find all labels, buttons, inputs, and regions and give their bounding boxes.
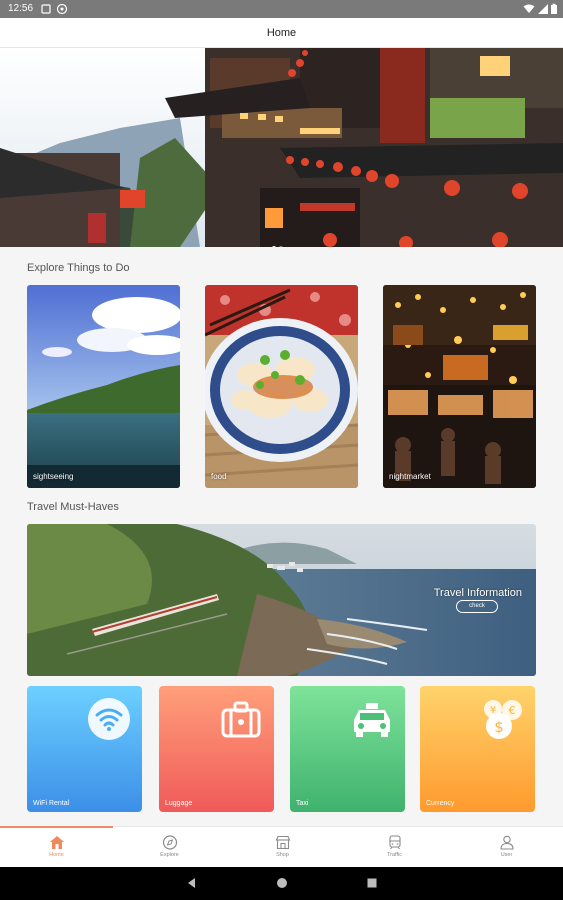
- tab-traffic[interactable]: Traffic: [338, 827, 451, 867]
- sightseeing-image: [27, 285, 180, 488]
- card-sightseeing[interactable]: sightseeing: [27, 285, 180, 488]
- tile-label: WiFi Rental: [33, 800, 70, 807]
- tile-label: Taxi: [296, 800, 309, 807]
- card-label: nightmarket: [389, 472, 431, 481]
- user-icon: [499, 835, 514, 850]
- tab-explore[interactable]: Explore: [113, 827, 226, 867]
- tile-label: Luggage: [165, 800, 193, 807]
- wifi-icon: [88, 698, 130, 740]
- tab-shop[interactable]: Shop: [226, 827, 339, 867]
- page-title: Home: [266, 27, 297, 39]
- home-nav-icon[interactable]: [276, 877, 288, 889]
- cell-signal-icon: [538, 4, 548, 14]
- luggage-icon: [221, 701, 261, 738]
- taxi-icon: [354, 703, 390, 737]
- card-label: food: [211, 472, 227, 481]
- svg-text:$: $: [494, 718, 504, 736]
- tab-label: User: [500, 852, 513, 858]
- status-bar: 12:56: [0, 0, 563, 18]
- tab-user[interactable]: User: [450, 827, 563, 867]
- tab-label: Shop: [276, 852, 289, 858]
- compass-icon: [162, 835, 177, 850]
- carousel-dot[interactable]: [279, 246, 283, 247]
- back-icon[interactable]: [186, 877, 198, 889]
- sync-icon: [56, 3, 68, 15]
- card-label: sightseeing: [33, 472, 74, 481]
- tab-home[interactable]: Home: [0, 827, 113, 867]
- tile-luggage[interactable]: Luggage: [159, 686, 274, 812]
- bottom-tab-bar: Home Explore Shop Traffic User: [0, 826, 563, 867]
- tile-wifi-rental[interactable]: WiFi Rental: [27, 686, 142, 812]
- system-navigation-bar: [0, 867, 563, 900]
- battery-icon: [551, 3, 557, 14]
- card-food[interactable]: food: [205, 285, 358, 488]
- wifi-signal-icon: [523, 4, 535, 13]
- hero-image: [0, 48, 563, 247]
- banner-title: Travel Information: [433, 587, 522, 599]
- tab-label: Home: [49, 852, 64, 858]
- travel-information-banner[interactable]: Travel Information check: [27, 524, 536, 676]
- must-haves-section-title: Travel Must-Haves: [27, 501, 119, 513]
- recents-icon[interactable]: [366, 877, 378, 889]
- svg-text:€: €: [509, 704, 516, 717]
- status-time: 12:56: [8, 3, 34, 14]
- tab-label: Explore: [160, 852, 179, 858]
- train-icon: [388, 835, 401, 850]
- app-bar: Home: [0, 18, 563, 48]
- carousel-dot[interactable]: [272, 246, 276, 247]
- tab-label: Traffic: [387, 852, 402, 858]
- tile-label: Currency: [426, 800, 455, 807]
- notification-icon: [41, 4, 51, 14]
- nightmarket-image: [383, 285, 536, 488]
- tile-currency[interactable]: ¥ € $ Currency: [420, 686, 535, 812]
- food-image: [205, 285, 358, 488]
- carousel-indicator: [272, 237, 286, 247]
- hero-carousel[interactable]: [0, 48, 563, 247]
- explore-section-title: Explore Things to Do: [27, 262, 130, 274]
- check-button[interactable]: check: [456, 600, 498, 613]
- tile-taxi[interactable]: Taxi: [290, 686, 405, 812]
- card-nightmarket[interactable]: nightmarket: [383, 285, 536, 488]
- svg-text:¥: ¥: [490, 705, 496, 716]
- home-icon: [49, 836, 64, 849]
- currency-icon: ¥ € $: [484, 700, 522, 739]
- shop-icon: [275, 835, 290, 850]
